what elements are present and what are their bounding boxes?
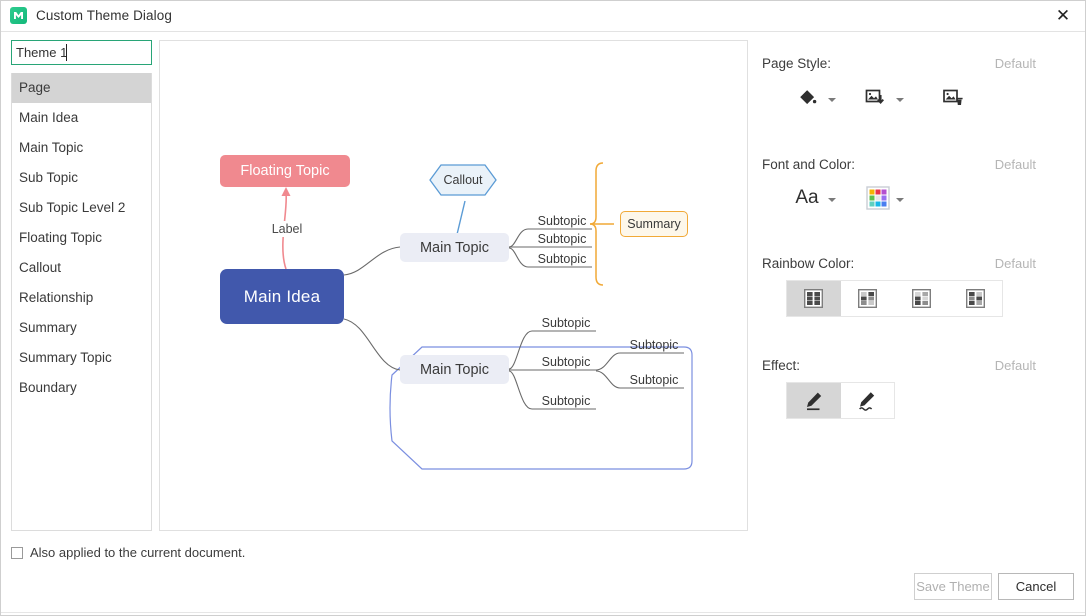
subtopic-label: Subtopic xyxy=(537,214,587,228)
sidebar-item-page[interactable]: Page xyxy=(12,73,151,103)
preview-subtopic-level2[interactable]: Subtopic xyxy=(624,373,684,387)
cancel-button[interactable]: Cancel xyxy=(998,573,1074,600)
preview-subtopic[interactable]: Subtopic xyxy=(532,214,592,228)
sidebar-item-summary-topic[interactable]: Summary Topic xyxy=(12,343,151,373)
apply-to-document-label: Also applied to the current document. xyxy=(30,545,246,560)
insert-background-image-icon[interactable] xyxy=(860,84,890,112)
save-theme-button[interactable]: Save Theme xyxy=(914,573,992,600)
preview-main-idea[interactable]: Main Idea xyxy=(220,269,344,324)
pencil-straight-icon[interactable] xyxy=(787,383,841,418)
sidebar-item-summary[interactable]: Summary xyxy=(12,313,151,343)
sidebar-item-label: Relationship xyxy=(19,290,94,305)
preview-summary-topic[interactable]: Summary xyxy=(620,211,688,237)
preview-floating-topic[interactable]: Floating Topic xyxy=(220,155,350,187)
subtopic-label: Subtopic xyxy=(537,252,587,266)
close-icon[interactable]: ✕ xyxy=(1040,0,1086,31)
insert-background-image-dropdown-chevron-down-icon[interactable] xyxy=(896,98,904,102)
rainbow-color-default-link[interactable]: Default xyxy=(995,256,1036,271)
preview-main-topic-1[interactable]: Main Topic xyxy=(400,233,509,262)
page-style-heading: Page Style: xyxy=(762,56,832,71)
preview-subtopic[interactable]: Subtopic xyxy=(532,252,592,266)
sidebar-item-callout[interactable]: Callout xyxy=(12,253,151,283)
sidebar-item-label: Main Topic xyxy=(19,140,84,155)
subtopic-label: Subtopic xyxy=(541,316,591,330)
sidebar-item-relationship[interactable]: Relationship xyxy=(12,283,151,313)
color-grid-icon-1[interactable] xyxy=(787,281,841,316)
sidebar-item-main-topic[interactable]: Main Topic xyxy=(12,133,151,163)
main-topic-label: Main Topic xyxy=(419,239,490,256)
subtopic-label: Subtopic xyxy=(629,338,679,352)
footer-divider xyxy=(0,612,1086,613)
sidebar-item-label: Sub Topic Level 2 xyxy=(19,200,126,215)
sidebar-item-label: Floating Topic xyxy=(19,230,103,245)
apply-to-document-row[interactable]: Also applied to the current document. xyxy=(11,545,245,560)
subtopic-label: Subtopic xyxy=(541,394,591,408)
sidebar-item-label: Sub Topic xyxy=(19,170,79,185)
preview-subtopic-level2[interactable]: Subtopic xyxy=(624,338,684,352)
sidebar-item-floating-topic[interactable]: Floating Topic xyxy=(12,223,151,253)
apply-to-document-checkbox[interactable] xyxy=(11,546,23,559)
font-and-color-heading: Font and Color: xyxy=(762,157,856,172)
color-palette-icon[interactable] xyxy=(864,184,892,212)
theme-preview-canvas: Floating Topic Label Main Idea Callout M… xyxy=(159,40,748,531)
color-grid-icon-2[interactable] xyxy=(841,281,895,316)
subtopic-label: Subtopic xyxy=(537,232,587,246)
rainbow-color-heading: Rainbow Color: xyxy=(762,256,855,271)
style-category-list[interactable]: Page Main Idea Main Topic Sub Topic Sub … xyxy=(11,73,152,531)
rainbow-color-options[interactable] xyxy=(786,280,1003,317)
sidebar-item-label: Summary xyxy=(19,320,77,335)
style-options-panel: Page Style: Default Font and Color: Defa… xyxy=(762,40,1072,531)
title-bar: Custom Theme Dialog ✕ xyxy=(0,0,1086,32)
page-style-default-link[interactable]: Default xyxy=(995,56,1036,71)
subtopic-label: Subtopic xyxy=(541,355,591,369)
preview-main-topic-2[interactable]: Main Topic xyxy=(400,355,509,384)
floating-topic-label: Floating Topic xyxy=(240,163,330,179)
preview-subtopic[interactable]: Subtopic xyxy=(536,355,596,369)
summary-label: Summary xyxy=(627,217,681,231)
preview-subtopic[interactable]: Subtopic xyxy=(536,316,596,330)
effect-default-link[interactable]: Default xyxy=(995,358,1036,373)
font-and-color-default-link[interactable]: Default xyxy=(995,157,1036,172)
sidebar-item-sub-topic-level-2[interactable]: Sub Topic Level 2 xyxy=(12,193,151,223)
sidebar-item-label: Main Idea xyxy=(19,110,79,125)
theme-name-input[interactable] xyxy=(11,40,152,65)
color-palette-dropdown-chevron-down-icon[interactable] xyxy=(896,198,904,202)
sidebar-item-main-idea[interactable]: Main Idea xyxy=(12,103,151,133)
pencil-wavy-icon[interactable] xyxy=(841,383,895,418)
color-grid-icon-4[interactable] xyxy=(948,281,1002,316)
delete-background-image-icon[interactable] xyxy=(938,84,968,112)
sidebar-item-label: Callout xyxy=(19,260,62,275)
font-aa-icon[interactable]: Aa xyxy=(790,184,824,212)
preview-callout[interactable]: Callout xyxy=(430,165,496,195)
effect-options[interactable] xyxy=(786,382,895,419)
subtopic-label: Subtopic xyxy=(629,373,679,387)
window-title: Custom Theme Dialog xyxy=(36,8,172,23)
effect-heading: Effect: xyxy=(762,358,801,373)
font-dropdown-chevron-down-icon[interactable] xyxy=(828,198,836,202)
sidebar-item-label: Boundary xyxy=(19,380,77,395)
fill-bucket-icon[interactable] xyxy=(792,84,822,112)
color-grid-icon-3[interactable] xyxy=(895,281,949,316)
main-idea-label: Main Idea xyxy=(243,286,321,306)
fill-bucket-dropdown-chevron-down-icon[interactable] xyxy=(828,98,836,102)
preview-subtopic[interactable]: Subtopic xyxy=(536,394,596,408)
sidebar-item-boundary[interactable]: Boundary xyxy=(12,373,151,403)
text-caret xyxy=(66,44,67,61)
callout-label: Callout xyxy=(443,173,483,187)
mindmaster-logo-icon xyxy=(10,7,27,24)
main-topic-label: Main Topic xyxy=(419,361,490,378)
sidebar-item-sub-topic[interactable]: Sub Topic xyxy=(12,163,151,193)
preview-subtopic[interactable]: Subtopic xyxy=(532,232,592,246)
sidebar-item-label: Page xyxy=(19,80,51,95)
relationship-label-text: Label xyxy=(271,222,303,236)
preview-relationship-label[interactable]: Label xyxy=(263,221,311,237)
sidebar-item-label: Summary Topic xyxy=(19,350,112,365)
